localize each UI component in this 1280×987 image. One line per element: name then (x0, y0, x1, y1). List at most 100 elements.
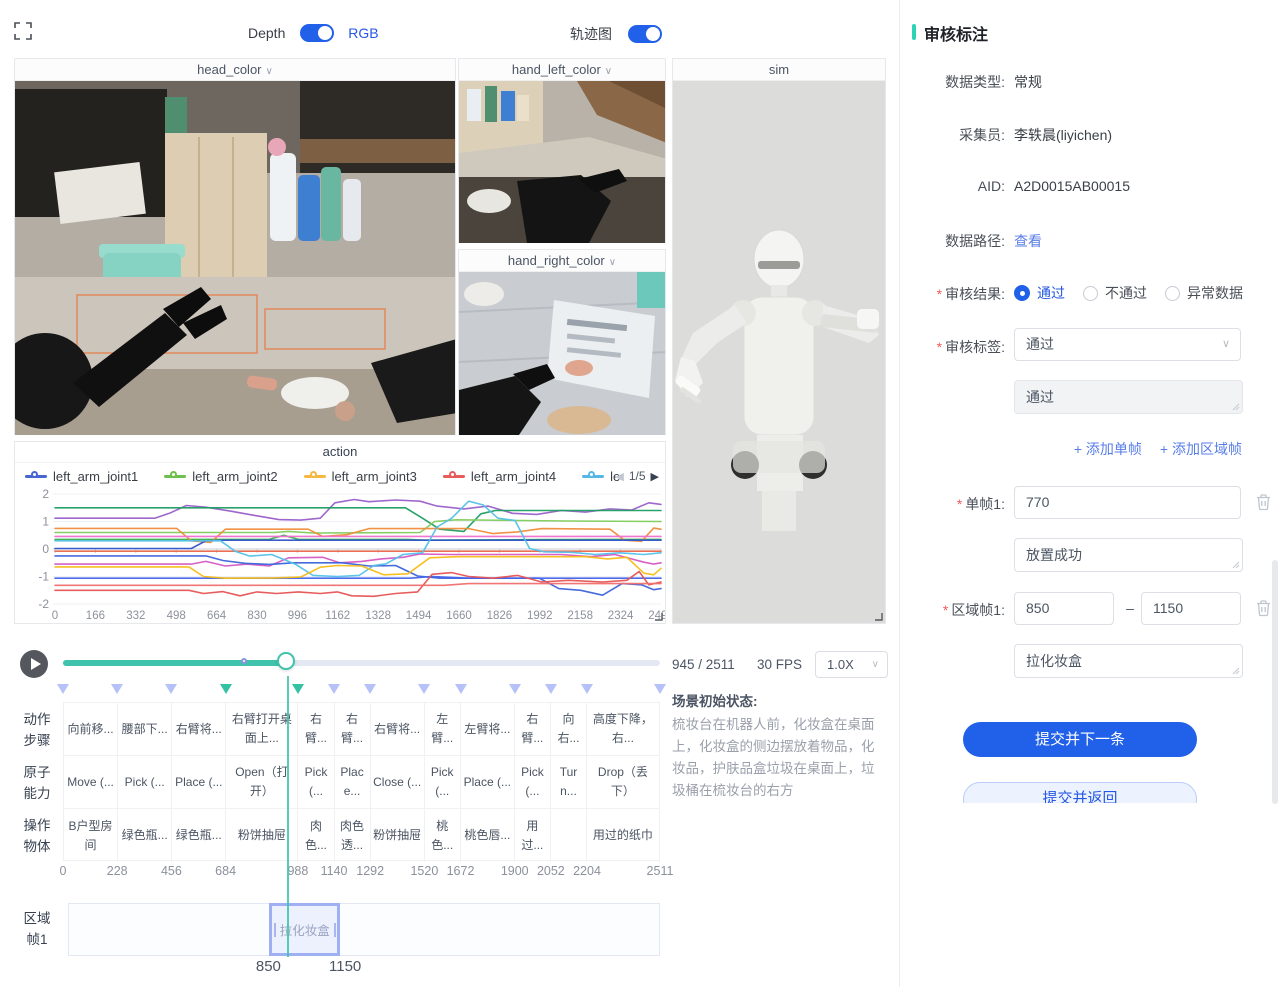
timeline-marker[interactable] (654, 684, 666, 694)
trajectory-toggle-group: 轨迹图 (570, 24, 662, 44)
sim-panel: sim (672, 58, 886, 624)
step-cell: Pick (... (298, 756, 334, 809)
toggle-knob (318, 26, 332, 40)
timeline-marker[interactable] (111, 684, 123, 694)
step-cell: 左臂将... (461, 703, 515, 756)
segment-left-handle[interactable] (274, 923, 276, 937)
single-frame-input[interactable]: 770 (1014, 486, 1241, 519)
step-cell: 用过的纸巾 (587, 809, 660, 862)
delete-single-frame-icon[interactable] (1255, 493, 1272, 511)
single-frame-note[interactable]: 放置成功 (1014, 538, 1243, 572)
legend-line-icon (304, 471, 326, 481)
timeline-marker[interactable] (57, 684, 69, 694)
step-cell: 向前移... (64, 703, 118, 756)
head-camera-panel: head_color∨ (14, 58, 456, 435)
step-cell: 绿色瓶... (118, 809, 172, 862)
timeline-marker[interactable] (292, 684, 304, 694)
submit-back-button[interactable]: 提交并返回 (963, 782, 1197, 803)
legend-item[interactable]: left_arm_joint3 (304, 469, 417, 484)
radio-option[interactable]: 不通过 (1083, 283, 1147, 303)
single-frame-label: *单帧1: (880, 494, 1005, 514)
submit-next-button[interactable]: 提交并下一条 (963, 722, 1197, 757)
step-cell: 右臂将... (371, 703, 425, 756)
depth-rgb-toggle[interactable] (300, 24, 334, 42)
toggle-knob (646, 27, 660, 41)
radio-option[interactable]: 异常数据 (1165, 283, 1243, 303)
data-path-view-link[interactable]: 查看 (1014, 231, 1042, 251)
row-label-atomic-ability: 原子能力 (18, 756, 56, 809)
hand-right-camera-title[interactable]: hand_right_color∨ (459, 250, 665, 272)
panel-scrollbar[interactable] (1272, 560, 1278, 804)
resize-grip-icon[interactable] (1232, 403, 1240, 411)
region-start-frame: 850 (256, 958, 281, 975)
action-chart-title: action (15, 442, 665, 463)
scale-label: 988 (287, 864, 308, 878)
scale-label: 1292 (356, 864, 384, 878)
legend-label: left_arm_joint1 (53, 469, 138, 484)
head-camera-title[interactable]: head_color∨ (15, 59, 455, 81)
add-single-frame-link[interactable]: + 添加单帧 (1074, 439, 1142, 459)
timeline-marker[interactable] (364, 684, 376, 694)
timeline-marker[interactable] (328, 684, 340, 694)
legend-prev-icon[interactable]: ◀ (615, 470, 623, 483)
step-cell: Place (... (172, 756, 226, 809)
timeline-marker[interactable] (418, 684, 430, 694)
legend-line-icon (164, 471, 186, 481)
action-chart: 210-1-2016633249866483099611621328149416… (15, 488, 665, 624)
review-tag-note[interactable]: 通过 (1014, 380, 1243, 414)
step-cell: 肉色... (298, 809, 334, 862)
step-cell (551, 809, 587, 862)
region-start-input[interactable]: 850 (1014, 592, 1114, 625)
legend-next-icon[interactable]: ▶ (651, 470, 659, 483)
frame-counter: 945 / 2511 (672, 657, 735, 672)
trajectory-toggle[interactable] (628, 25, 662, 43)
hand-left-camera-title[interactable]: hand_left_color∨ (459, 59, 665, 81)
play-button[interactable] (20, 650, 48, 678)
legend-line-icon (582, 471, 604, 481)
radio-option[interactable]: 通过 (1014, 283, 1065, 303)
svg-text:498: 498 (167, 610, 186, 622)
svg-text:0: 0 (52, 610, 58, 622)
hand-left-camera-title-text: hand_left_color (512, 62, 601, 77)
step-cell: 高度下降，右... (587, 703, 660, 756)
legend-item[interactable]: left_arm_joint1 (25, 469, 138, 484)
svg-text:1162: 1162 (325, 610, 350, 622)
delete-region-frame-icon[interactable] (1255, 599, 1272, 617)
radio-selected-icon[interactable] (1014, 285, 1030, 301)
radio-icon[interactable] (1083, 286, 1098, 301)
radio-icon[interactable] (1165, 286, 1180, 301)
timeline-marker[interactable] (545, 684, 557, 694)
legend-line-icon (25, 471, 47, 481)
single-frame-marker-dot[interactable] (241, 658, 247, 664)
resize-grip-icon[interactable] (1232, 561, 1240, 569)
add-region-frame-link[interactable]: + 添加区域帧 (1160, 439, 1242, 459)
svg-text:996: 996 (288, 610, 307, 622)
timeline-marker[interactable] (165, 684, 177, 694)
scale-label: 228 (107, 864, 128, 878)
slider-handle[interactable] (277, 652, 295, 670)
timeline-marker[interactable] (581, 684, 593, 694)
segment-right-handle[interactable] (334, 923, 336, 937)
region-frame-segment[interactable]: 拉化妆盒 (269, 903, 340, 956)
hand-left-camera-panel: hand_left_color∨ (458, 58, 666, 243)
fullscreen-icon[interactable] (14, 22, 32, 40)
collector-label: 采集员: (880, 125, 1005, 145)
scale-label: 0 (60, 864, 67, 878)
timeline-marker[interactable] (509, 684, 521, 694)
steps-table: 向前移...腰部下...右臂将...右臂打开桌面上...右臂...右臂...右臂… (63, 702, 660, 861)
review-tag-select[interactable]: 通过 ∨ (1014, 328, 1241, 361)
svg-text:1826: 1826 (487, 610, 513, 622)
scale-label: 684 (215, 864, 236, 878)
legend-item[interactable]: left_arm_joint2 (164, 469, 277, 484)
table-row: B户型房间绿色瓶...绿色瓶...粉饼抽屉肉色...肉色透...粉饼抽屉桃色..… (64, 809, 660, 862)
timeline-marker[interactable] (455, 684, 467, 694)
resize-grip-icon[interactable] (1232, 667, 1240, 675)
step-cell: 粉饼抽屉 (371, 809, 425, 862)
playback-slider[interactable] (63, 660, 660, 666)
timeline-marker[interactable] (220, 684, 232, 694)
resize-handle-icon[interactable] (654, 612, 663, 621)
region-end-input[interactable]: 1150 (1141, 592, 1241, 625)
speed-select[interactable]: 1.0X ∨ (815, 651, 888, 678)
region-frame-note[interactable]: 拉化妆盒 (1014, 644, 1243, 678)
legend-item[interactable]: left_arm_joint4 (443, 469, 556, 484)
